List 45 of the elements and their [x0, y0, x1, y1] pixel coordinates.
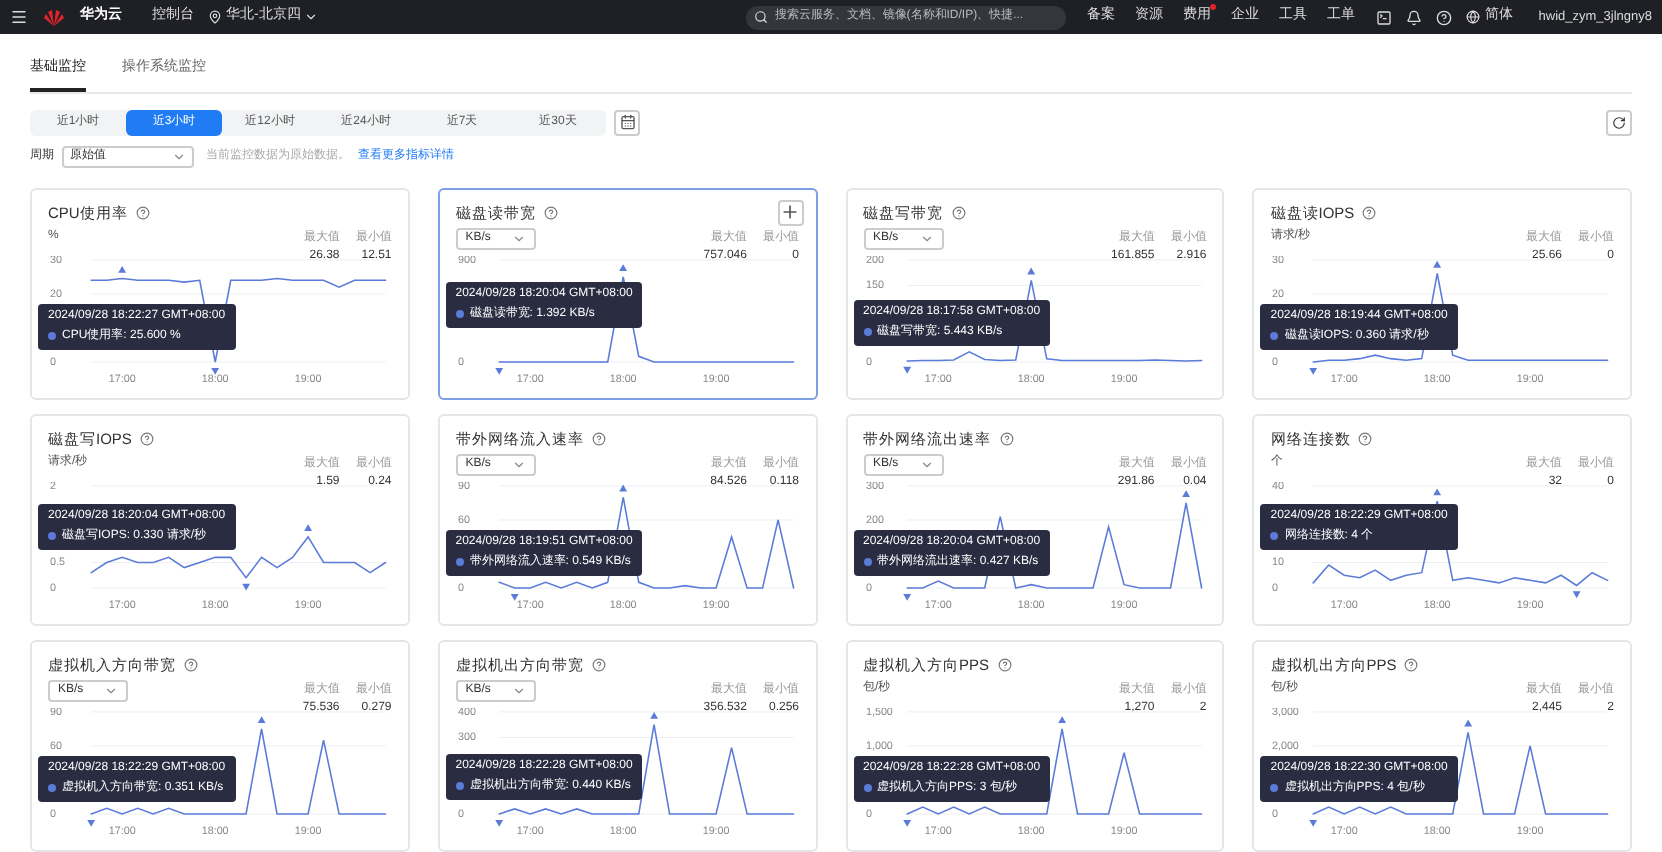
caret-icon: [511, 231, 526, 245]
caret-icon: [304, 10, 319, 24]
caret-icon: [104, 683, 118, 698]
bell-icon[interactable]: [1406, 9, 1423, 25]
caret-icon: [919, 457, 933, 472]
max-marker-icon: [1026, 266, 1035, 274]
min-marker-icon: [902, 819, 911, 827]
calendar-button[interactable]: [614, 109, 640, 135]
max-marker-icon: [618, 483, 627, 491]
caret-icon: [172, 149, 186, 163]
menu-icon[interactable]: [10, 8, 28, 26]
refresh-button[interactable]: [1606, 109, 1632, 135]
caret-icon: [511, 457, 526, 472]
refresh-icon: [1612, 115, 1626, 129]
terminal-icon[interactable]: [1376, 9, 1393, 25]
min-marker-icon: [242, 583, 251, 590]
add-button[interactable]: [777, 199, 803, 225]
caret-icon: [511, 683, 526, 698]
max-marker-icon: [618, 263, 627, 271]
max-marker-icon: [1433, 259, 1442, 267]
max-marker-icon: [118, 264, 127, 272]
search-icon: [754, 10, 769, 24]
min-marker-icon: [510, 593, 519, 601]
min-marker-icon: [902, 365, 911, 373]
max-marker-icon: [649, 711, 658, 719]
calendar-icon: [619, 114, 635, 130]
max-marker-icon: [1464, 719, 1473, 727]
location-icon: [208, 10, 222, 24]
max-marker-icon: [257, 715, 266, 723]
max-marker-icon: [1433, 487, 1442, 495]
max-marker-icon: [304, 523, 313, 531]
min-marker-icon: [87, 819, 96, 827]
min-marker-icon: [494, 366, 503, 374]
min-marker-icon: [494, 819, 503, 827]
max-marker-icon: [1181, 489, 1190, 497]
min-marker-icon: [902, 593, 911, 601]
min-marker-icon: [1573, 590, 1582, 598]
globe-icon: [1466, 10, 1481, 24]
min-marker-icon: [1309, 366, 1318, 374]
plus-icon: [780, 202, 800, 222]
min-marker-icon: [1309, 819, 1318, 827]
caret-icon: [919, 231, 933, 245]
min-marker-icon: [211, 366, 220, 374]
logo-icon: [42, 7, 66, 27]
max-marker-icon: [1057, 715, 1066, 723]
